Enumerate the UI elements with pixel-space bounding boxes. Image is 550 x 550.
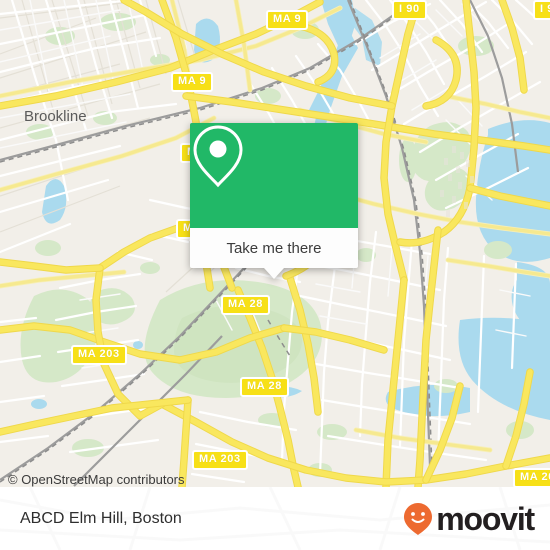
location-popup[interactable]: Take me there (190, 123, 358, 279)
road-shield: MA 9 (171, 72, 214, 92)
road-shield: MA 203 (192, 450, 248, 470)
moovit-smiley-pin-icon (404, 502, 433, 535)
moovit-wordmark: moovit (436, 500, 535, 537)
map-pin-icon (193, 125, 243, 188)
footer-bar: ABCD Elm Hill, Boston moovit (0, 487, 550, 550)
take-me-there-label: Take me there (226, 239, 322, 257)
take-me-there-button[interactable]: Take me there (190, 228, 358, 279)
road-shield: I 90 (392, 0, 427, 20)
map-screenshot: .wt{fill:#aadaee} .pk{fill:#d5e8c8} .pk2… (0, 0, 550, 550)
road-shield: MA 28 (221, 295, 270, 315)
place-label: Brookline (24, 108, 87, 125)
moovit-brand[interactable]: moovit (403, 500, 535, 537)
road-shield: MA 203 (71, 345, 127, 365)
road-shield: MA 28 (240, 377, 289, 397)
osm-attribution: © OpenStreetMap contributors (8, 472, 185, 487)
map-canvas[interactable]: .wt{fill:#aadaee} .pk{fill:#d5e8c8} .pk2… (0, 0, 550, 487)
road-shield: MA 203 (513, 468, 550, 487)
road-shield: I 9 (533, 0, 550, 20)
location-title: ABCD Elm Hill, Boston (20, 509, 182, 527)
popup-tail (264, 268, 284, 279)
popup-pin-area (190, 123, 358, 228)
road-shield: MA 9 (266, 10, 309, 30)
